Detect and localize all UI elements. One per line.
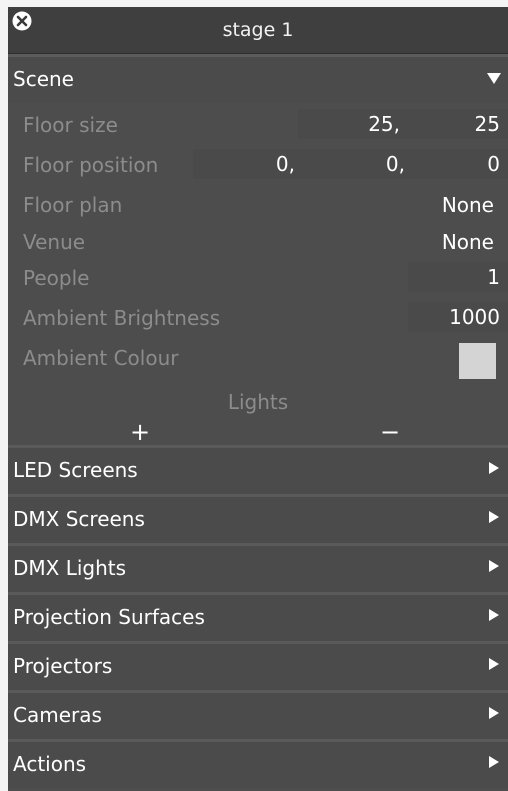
scene-body: Floor size 25, 25 Floor position 0, 0, 0… <box>8 103 508 447</box>
section-label-led-screens: LED Screens <box>13 458 138 482</box>
chevron-right-icon <box>489 756 499 768</box>
panel-titlebar: stage 1 <box>8 7 508 54</box>
section-label-dmx-lights: DMX Lights <box>13 556 127 580</box>
chevron-right-icon <box>489 560 499 572</box>
section-header-actions[interactable]: Actions <box>8 739 508 788</box>
add-light-button[interactable]: + <box>125 417 155 447</box>
window-title: stage 1 <box>222 19 294 41</box>
floor-size-y-field[interactable]: 25 <box>408 109 508 139</box>
venue-value[interactable]: None <box>442 230 494 254</box>
chevron-right-icon <box>489 609 499 621</box>
chevron-right-icon <box>489 707 499 719</box>
chevron-right-icon <box>489 658 499 670</box>
section-label-projectors: Projectors <box>13 654 113 678</box>
ambient-brightness-label: Ambient Brightness <box>23 306 221 330</box>
section-header-projection-surfaces[interactable]: Projection Surfaces <box>8 592 508 641</box>
section-label-projection-surfaces: Projection Surfaces <box>13 605 205 629</box>
ambient-colour-label: Ambient Colour <box>23 346 179 370</box>
section-header-projectors[interactable]: Projectors <box>8 641 508 690</box>
floor-size-label: Floor size <box>23 113 118 137</box>
floor-position-y-field[interactable]: 0, <box>303 149 413 179</box>
section-label-actions: Actions <box>13 752 87 776</box>
remove-light-button[interactable]: − <box>375 417 405 447</box>
floor-position-label: Floor position <box>23 153 159 177</box>
section-label-scene: Scene <box>13 67 74 91</box>
floor-plan-label: Floor plan <box>23 193 123 217</box>
section-header-cameras[interactable]: Cameras <box>8 690 508 739</box>
floor-position-z-field[interactable]: 0 <box>413 149 508 179</box>
floor-size-x-field[interactable]: 25, <box>298 109 408 139</box>
lights-label: Lights <box>227 390 289 414</box>
section-label-dmx-screens: DMX Screens <box>13 507 145 531</box>
section-label-cameras: Cameras <box>13 703 102 727</box>
venue-label: Venue <box>23 230 86 254</box>
people-field[interactable]: 1 <box>408 262 508 292</box>
section-header-dmx-lights[interactable]: DMX Lights <box>8 543 508 592</box>
ambient-colour-swatch[interactable] <box>459 343 496 379</box>
chevron-right-icon <box>489 462 499 474</box>
floor-plan-value[interactable]: None <box>442 193 494 217</box>
floor-position-x-field[interactable]: 0, <box>193 149 303 179</box>
section-header-dmx-screens[interactable]: DMX Screens <box>8 494 508 543</box>
chevron-right-icon <box>489 511 499 523</box>
stage-panel: stage 1 Scene Floor size 25, 25 Floor po… <box>8 7 508 791</box>
ambient-brightness-field[interactable]: 1000 <box>408 302 508 332</box>
chevron-down-icon <box>487 73 501 84</box>
section-header-scene[interactable]: Scene <box>8 54 508 103</box>
people-label: People <box>23 266 90 290</box>
section-header-led-screens[interactable]: LED Screens <box>8 445 508 494</box>
